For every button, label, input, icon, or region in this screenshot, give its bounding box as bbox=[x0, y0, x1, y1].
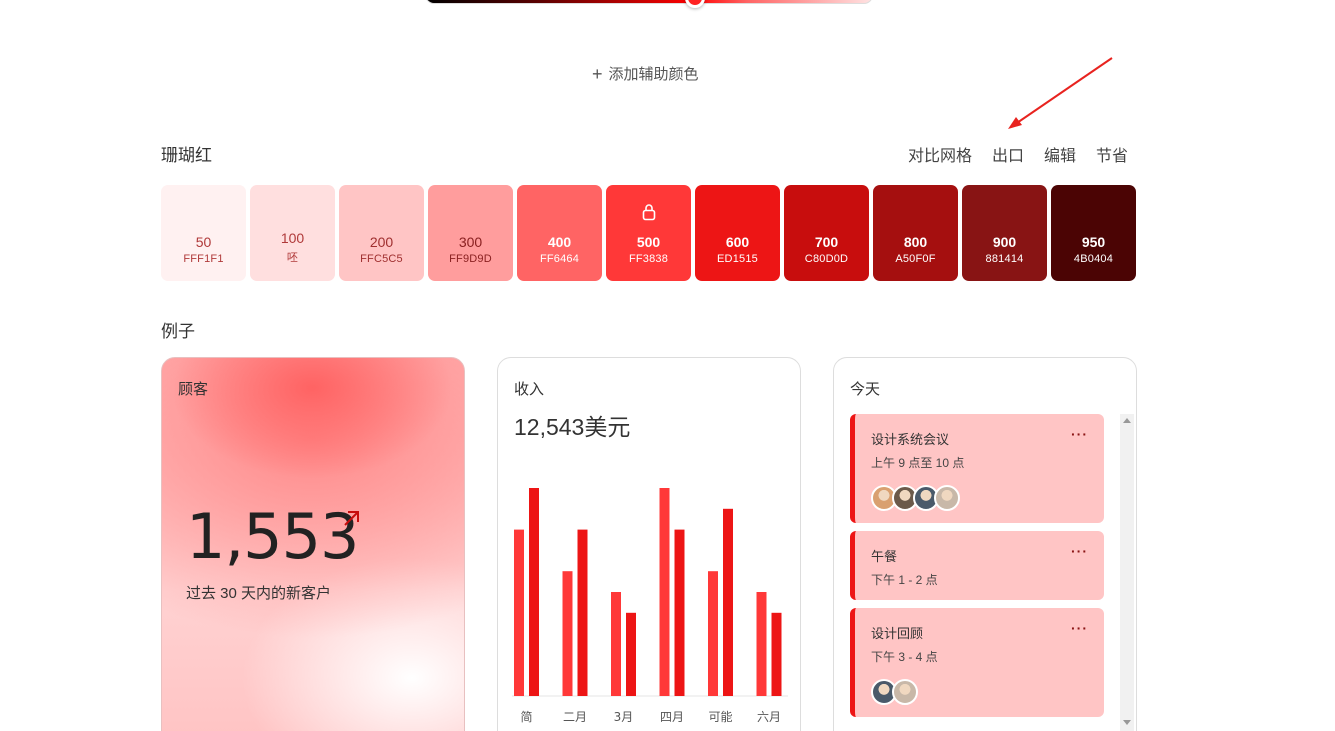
edit-button[interactable]: 编辑 bbox=[1044, 142, 1076, 166]
scroll-up-icon[interactable] bbox=[1123, 418, 1131, 423]
examples-title: 例子 bbox=[161, 322, 195, 341]
swatch-100[interactable]: 100 呸 bbox=[250, 185, 335, 281]
swatch-shade: 950 bbox=[1081, 234, 1106, 250]
customers-value: 1,553 bbox=[186, 500, 359, 573]
trend-up-arrow-icon bbox=[344, 511, 359, 526]
swatch-400[interactable]: 400 FF6464 bbox=[517, 185, 602, 281]
swatch-500[interactable]: 500 FF3838 bbox=[606, 185, 691, 281]
swatch-300[interactable]: 300 FF9D9D bbox=[428, 185, 513, 281]
swatch-hex: A50F0F bbox=[895, 253, 936, 265]
scroll-down-icon[interactable] bbox=[1123, 720, 1131, 725]
chart-x-tick-label: 简 bbox=[520, 710, 532, 724]
export-button[interactable]: 出口 bbox=[992, 142, 1024, 166]
avatar bbox=[892, 679, 918, 705]
event-title: 午餐 bbox=[871, 549, 898, 564]
event-attendees bbox=[871, 679, 1088, 705]
event-attendees bbox=[871, 485, 1088, 511]
chart-x-tick-label: 3月 bbox=[614, 710, 634, 724]
lock-icon[interactable] bbox=[642, 203, 656, 221]
event-title: 设计系统会议 bbox=[871, 432, 950, 447]
palette-actions: 对比网格 出口 编辑 节省 bbox=[908, 142, 1128, 166]
gradient-slider-handle[interactable] bbox=[685, 0, 705, 8]
swatch-700[interactable]: 700 C80D0D bbox=[784, 185, 869, 281]
calendar-event[interactable]: 设计回顾下午 3 - 4 点 ··· bbox=[850, 608, 1104, 717]
contrast-grid-button[interactable]: 对比网格 bbox=[908, 142, 972, 166]
add-secondary-color-button[interactable]: + 添加辅助颜色 bbox=[592, 63, 699, 84]
annotation-arrow-icon bbox=[1008, 57, 1113, 129]
revenue-card: 收入 12,543美元 简二月 3月 四月 可能 六月 bbox=[497, 357, 801, 731]
swatch-hex: 呸 bbox=[286, 252, 299, 264]
calendar-event[interactable]: 设计系统会议上午 9 点至 10 点 ··· bbox=[850, 414, 1104, 523]
chart-bar bbox=[514, 529, 524, 696]
swatch-50[interactable]: 50 FFF1F1 bbox=[161, 185, 246, 281]
chart-bar bbox=[577, 529, 588, 696]
chart-x-tick-label: 二月 bbox=[563, 710, 587, 724]
swatch-shade: 800 bbox=[903, 234, 928, 250]
add-secondary-color-label: 添加辅助颜色 bbox=[608, 66, 699, 83]
today-card: 今天 设计系统会议 上午 9 点至 10 点 ··· 午餐 下午 1 - 2 点 ··· 设… bbox=[833, 357, 1137, 731]
swatch-shade: 400 bbox=[547, 234, 572, 250]
plus-icon: + bbox=[592, 63, 603, 84]
chart-bar bbox=[626, 612, 636, 696]
more-options-icon[interactable]: ··· bbox=[1071, 543, 1088, 559]
chart-bar bbox=[771, 612, 782, 696]
swatch-shade: 900 bbox=[992, 234, 1017, 250]
swatch-hex: FF6464 bbox=[539, 253, 580, 265]
swatch-600[interactable]: 600 ED1515 bbox=[695, 185, 780, 281]
swatch-hex: FFC5C5 bbox=[360, 253, 403, 265]
swatch-hex: C80D0D bbox=[804, 253, 849, 265]
swatch-950[interactable]: 950 4B0404 bbox=[1051, 185, 1136, 281]
swatch-shade: 600 bbox=[725, 234, 750, 250]
event-list-scrollbar[interactable] bbox=[1120, 414, 1134, 731]
event-time: 下午 3 - 4 点 bbox=[871, 650, 938, 664]
more-options-icon[interactable]: ··· bbox=[1071, 620, 1088, 636]
swatch-shade: 300 bbox=[458, 234, 483, 250]
save-button[interactable]: 节省 bbox=[1096, 142, 1128, 166]
customers-card: 顾客 1,553 过去 30 天内的新客户 bbox=[161, 357, 465, 731]
customers-title: 顾客 bbox=[178, 381, 209, 398]
chart-bar bbox=[756, 592, 767, 696]
swatch-shade: 200 bbox=[369, 234, 394, 250]
event-title: 设计回顾 bbox=[871, 626, 924, 641]
swatch-shade: 700 bbox=[814, 234, 839, 250]
event-time: 上午 9 点至 10 点 bbox=[871, 456, 965, 470]
swatch-shade: 500 bbox=[636, 234, 661, 250]
palette-name: 珊瑚红 bbox=[161, 146, 212, 165]
swatch-hex: 881414 bbox=[985, 253, 1024, 265]
chart-x-tick-label: 四月 bbox=[660, 710, 684, 724]
swatch-hex: FF9D9D bbox=[449, 253, 492, 265]
calendar-event[interactable]: 午餐下午 1 - 2 点 ··· bbox=[850, 531, 1104, 600]
avatar bbox=[934, 485, 960, 511]
chart-bar bbox=[674, 529, 685, 696]
chart-bar bbox=[659, 488, 670, 696]
swatch-shade: 50 bbox=[195, 234, 212, 250]
swatch-200[interactable]: 200 FFC5C5 bbox=[339, 185, 424, 281]
swatch-900[interactable]: 900 881414 bbox=[962, 185, 1047, 281]
palette-swatches: 50 FFF1F1 100 呸 200 FFC5C5 300 FF9D9D 400 FF6464 5… bbox=[161, 185, 1136, 281]
event-time: 下午 1 - 2 点 bbox=[871, 573, 938, 587]
customers-subtitle: 过去 30 天内的新客户 bbox=[186, 585, 332, 602]
more-options-icon[interactable]: ··· bbox=[1071, 426, 1088, 442]
revenue-bar-chart: 简 二月 3月 四月 可能 六月 bbox=[512, 488, 788, 724]
chart-bar bbox=[708, 571, 718, 696]
today-title: 今天 bbox=[850, 381, 881, 398]
chart-bar bbox=[529, 488, 539, 696]
swatch-hex: FFF1F1 bbox=[183, 253, 224, 265]
chart-bar bbox=[723, 508, 733, 696]
chart-x-tick-label: 六月 bbox=[757, 710, 781, 724]
chart-bar bbox=[562, 571, 573, 696]
swatch-hex: FF3838 bbox=[628, 253, 669, 265]
event-list: 设计系统会议 上午 9 点至 10 点 ··· 午餐 下午 1 - 2 点 ··· 设计回顾… bbox=[850, 414, 1104, 725]
chart-x-tick-label: 可能 bbox=[708, 710, 732, 724]
swatch-800[interactable]: 800 A50F0F bbox=[873, 185, 958, 281]
chart-bar bbox=[611, 592, 621, 696]
color-gradient-slider[interactable] bbox=[425, 0, 873, 4]
swatch-hex: 4B0404 bbox=[1073, 253, 1114, 265]
swatch-hex: ED1515 bbox=[717, 253, 758, 265]
swatch-shade: 100 bbox=[280, 230, 305, 246]
